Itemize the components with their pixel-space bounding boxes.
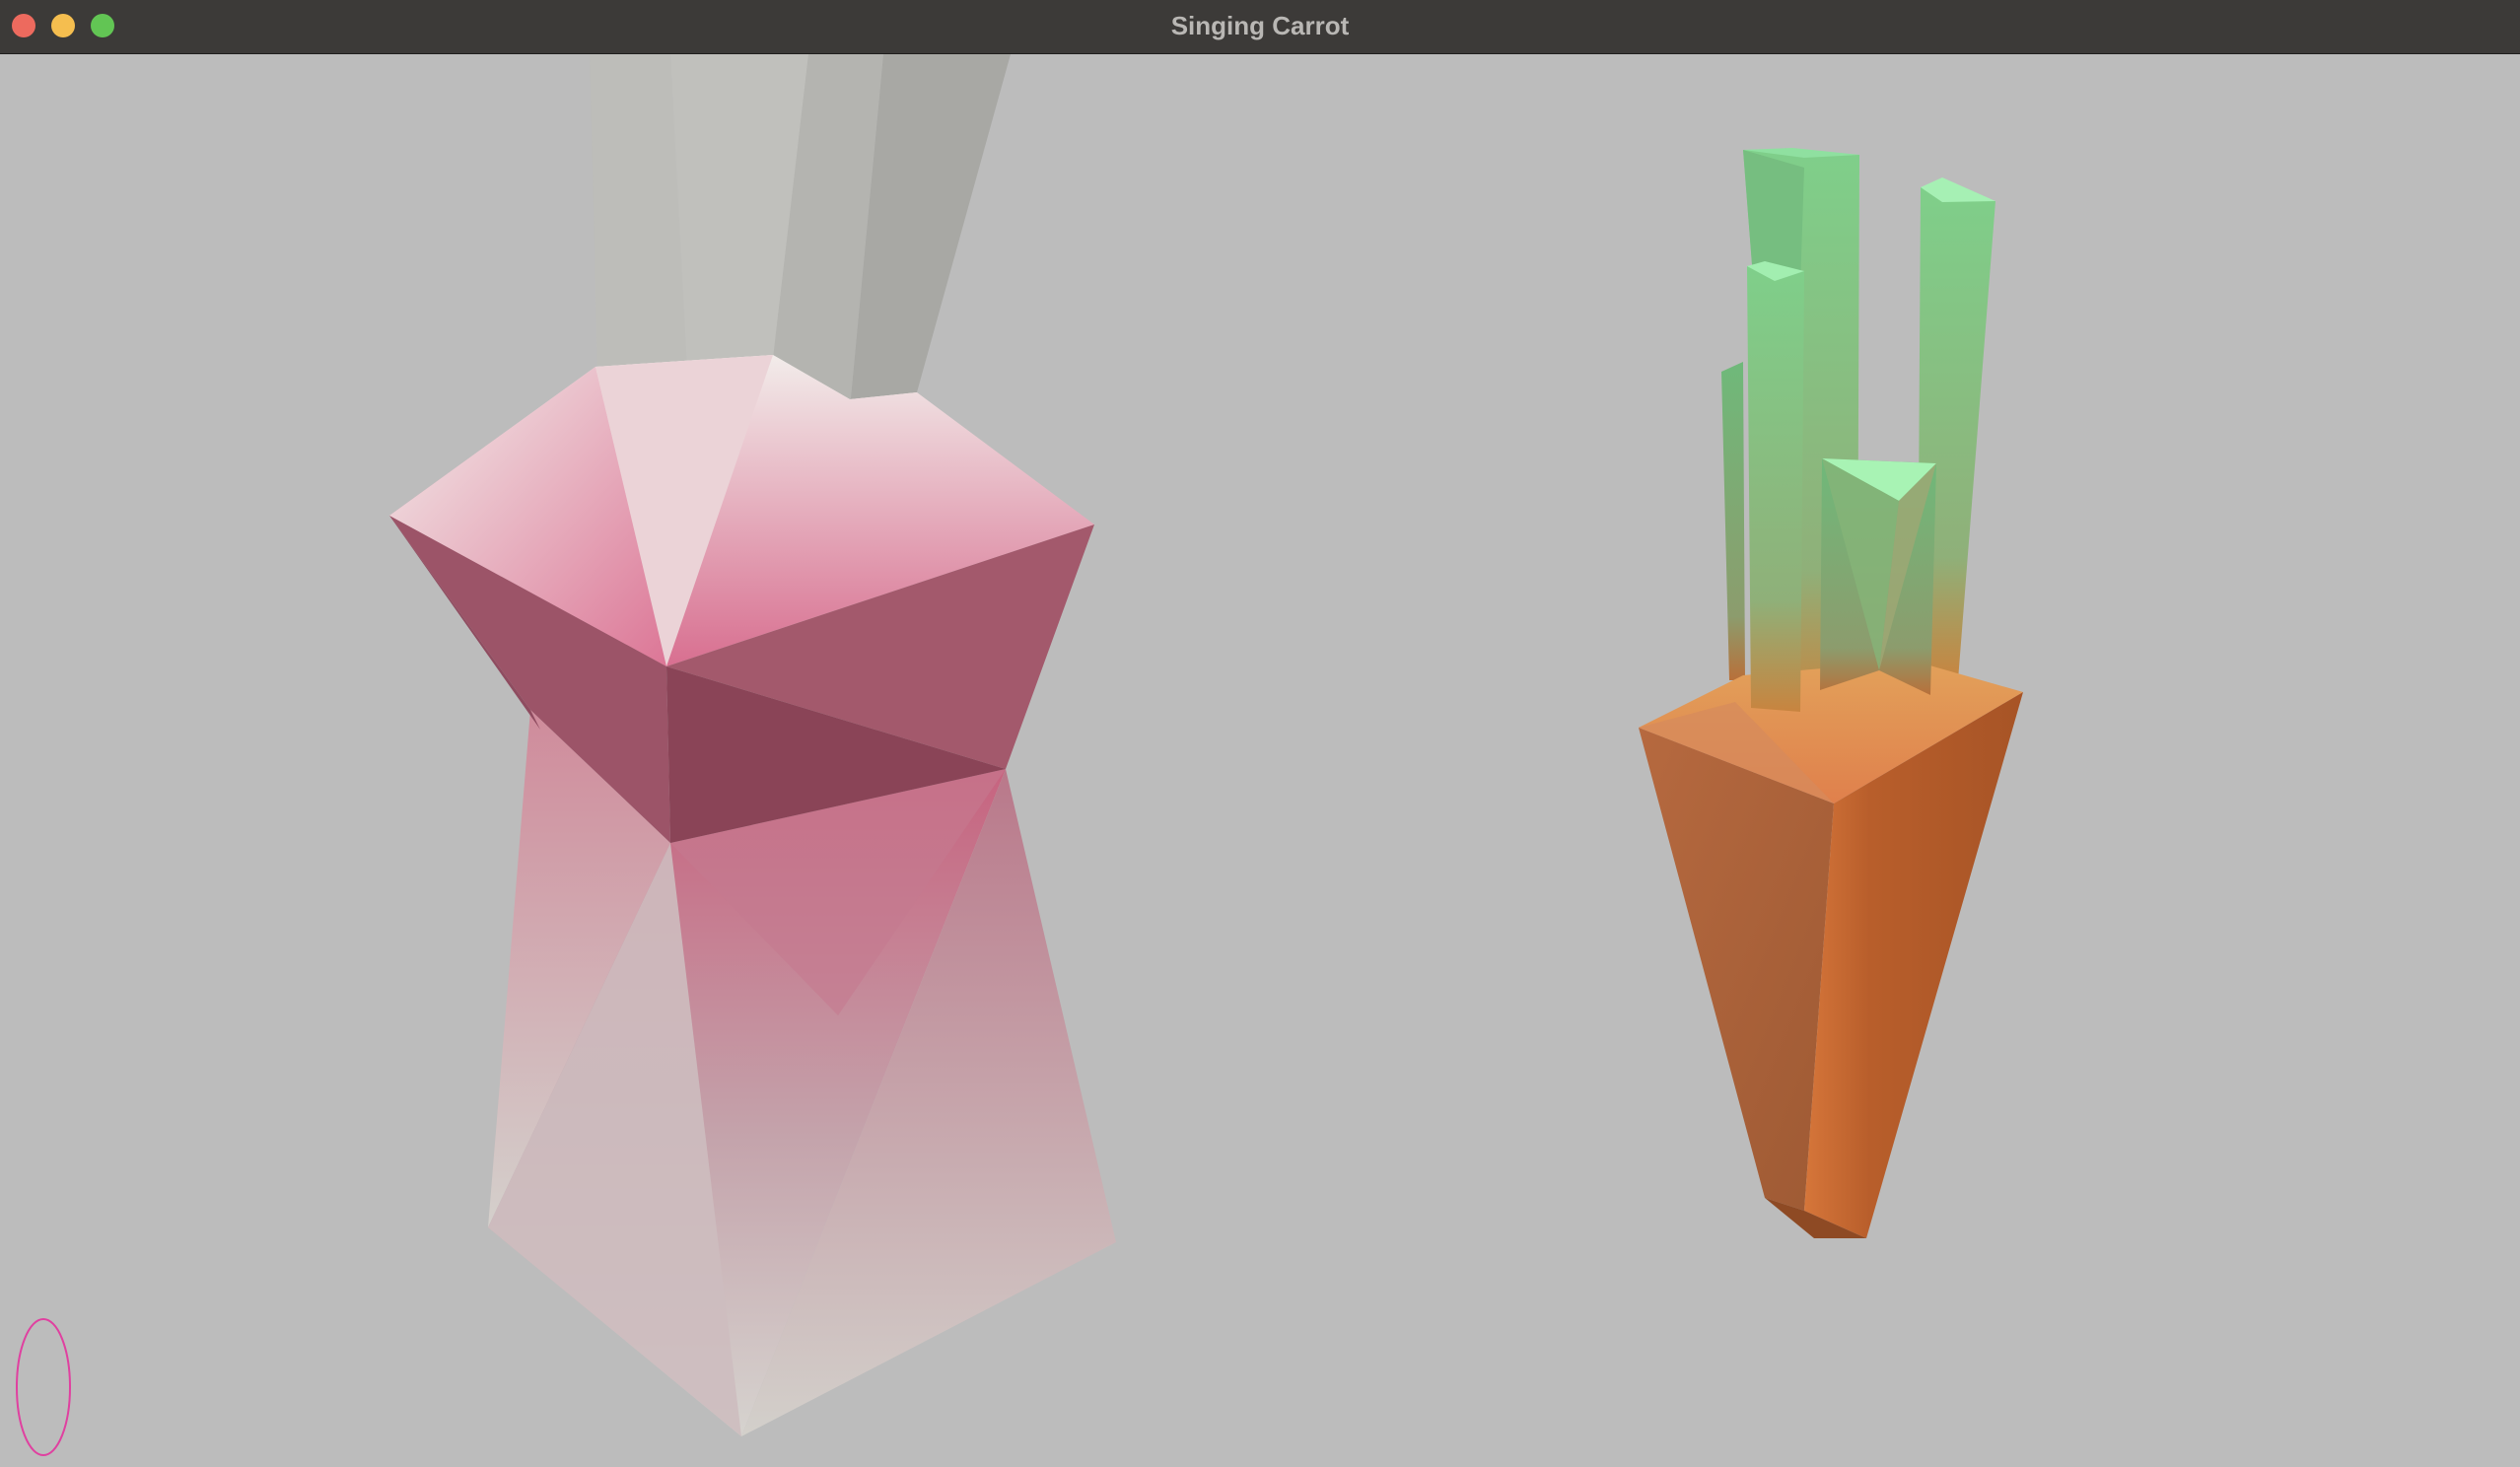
pointer-marker <box>16 1318 71 1456</box>
window-title: Singing Carrot <box>1170 11 1350 40</box>
app-window: Singing Carrot <box>0 0 2520 1467</box>
title-bar[interactable]: Singing Carrot <box>0 0 2520 54</box>
carrot-model[interactable] <box>1639 148 2023 1238</box>
3d-viewport[interactable] <box>0 54 2520 1467</box>
scene-canvas[interactable] <box>0 54 2520 1467</box>
radish-model[interactable] <box>389 54 1116 1436</box>
